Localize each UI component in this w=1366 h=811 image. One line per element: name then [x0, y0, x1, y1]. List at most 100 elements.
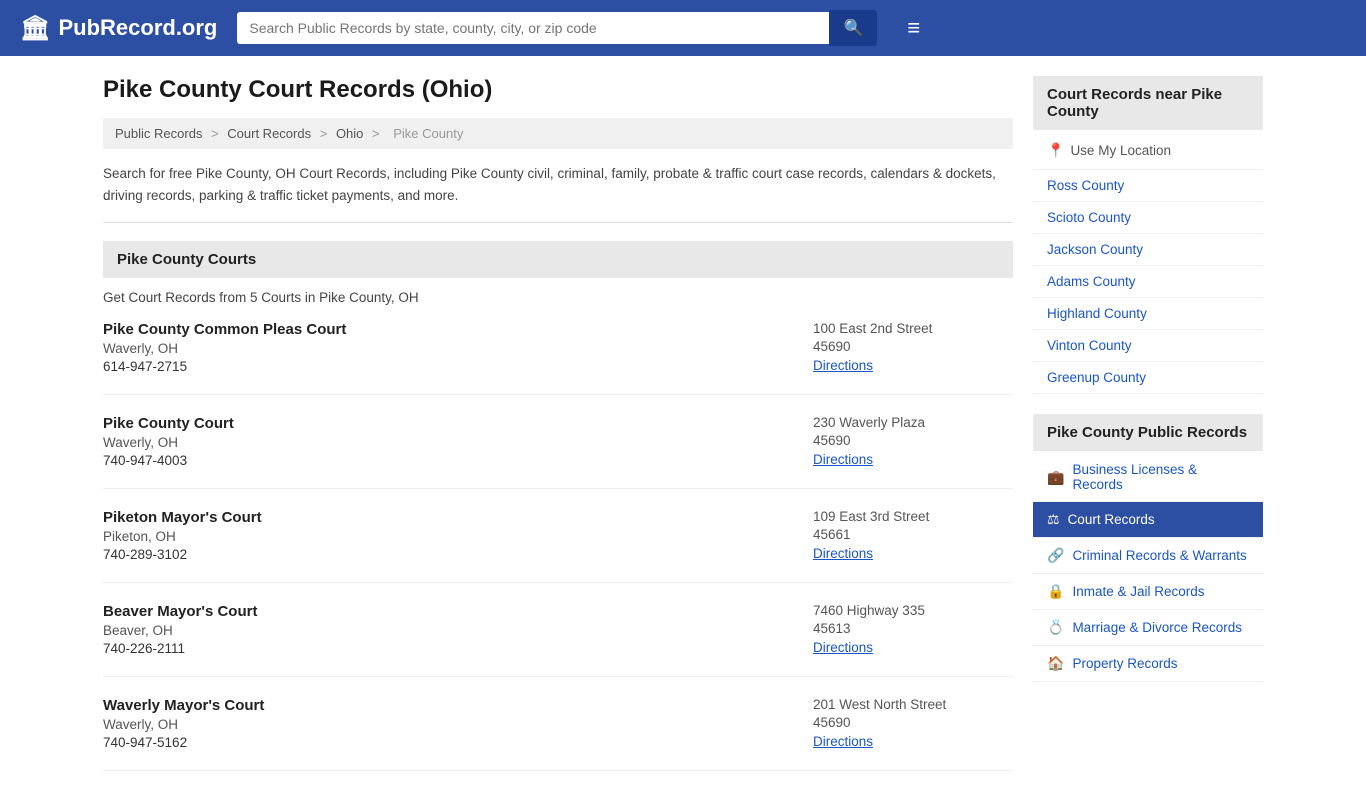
- court-info: Beaver Mayor's Court Beaver, OH 740-226-…: [103, 603, 813, 656]
- nearby-county-link[interactable]: Adams County: [1033, 266, 1263, 298]
- use-location-label: Use My Location: [1070, 143, 1171, 158]
- court-phone: 740-947-4003: [103, 453, 813, 468]
- site-logo[interactable]: 🏛 PubRecord.org: [20, 14, 217, 43]
- court-entry: Beaver Mayor's Court Beaver, OH 740-226-…: [103, 603, 1013, 677]
- logo-icon: 🏛: [20, 14, 50, 43]
- court-street: 7460 Highway 335: [813, 603, 1013, 618]
- court-name: Waverly Mayor's Court: [103, 697, 813, 714]
- breadcrumb-sep-1: >: [211, 126, 222, 141]
- courts-subtitle: Get Court Records from 5 Courts in Pike …: [103, 290, 1013, 305]
- records-type-link[interactable]: 🔗 Criminal Records & Warrants: [1033, 538, 1263, 574]
- directions-link[interactable]: Directions: [813, 734, 873, 749]
- main-container: Pike County Court Records (Ohio) Public …: [83, 56, 1283, 811]
- record-icon: ⚖: [1047, 511, 1060, 528]
- court-name: Piketon Mayor's Court: [103, 509, 813, 526]
- court-entry: Pike County Common Pleas Court Waverly, …: [103, 321, 1013, 395]
- records-type-link[interactable]: 💼 Business Licenses & Records: [1033, 453, 1263, 502]
- court-street: 201 West North Street: [813, 697, 1013, 712]
- court-entry: Waverly Mayor's Court Waverly, OH 740-94…: [103, 697, 1013, 771]
- record-icon: 🔒: [1047, 583, 1064, 600]
- site-header: 🏛 PubRecord.org 🔍 ≡: [0, 0, 1366, 56]
- page-title: Pike County Court Records (Ohio): [103, 76, 1013, 104]
- nearby-county-link[interactable]: Jackson County: [1033, 234, 1263, 266]
- record-label: Property Records: [1072, 656, 1177, 671]
- court-info: Waverly Mayor's Court Waverly, OH 740-94…: [103, 697, 813, 750]
- breadcrumb-ohio[interactable]: Ohio: [336, 126, 363, 141]
- directions-link[interactable]: Directions: [813, 358, 873, 373]
- directions-link[interactable]: Directions: [813, 640, 873, 655]
- records-type-link[interactable]: ⚖ Court Records: [1033, 502, 1263, 538]
- record-icon: 💼: [1047, 469, 1064, 486]
- directions-link[interactable]: Directions: [813, 452, 873, 467]
- court-city: Piketon, OH: [103, 529, 813, 544]
- search-icon: 🔍: [843, 20, 863, 37]
- nearby-county-link[interactable]: Ross County: [1033, 170, 1263, 202]
- courts-section-header: Pike County Courts: [103, 241, 1013, 278]
- court-street: 230 Waverly Plaza: [813, 415, 1013, 430]
- record-label: Court Records: [1068, 512, 1155, 527]
- use-location-button[interactable]: 📍 Use My Location: [1033, 132, 1263, 170]
- records-type-link[interactable]: 🔒Inmate & Jail Records: [1033, 574, 1263, 610]
- nearby-title: Court Records near Pike County: [1033, 76, 1263, 130]
- record-icon: 🔗: [1047, 547, 1064, 564]
- breadcrumb-sep-3: >: [372, 126, 383, 141]
- breadcrumb-court-records[interactable]: Court Records: [227, 126, 311, 141]
- breadcrumb-public-records[interactable]: Public Records: [115, 126, 202, 141]
- records-type-link[interactable]: 💍 Marriage & Divorce Records: [1033, 610, 1263, 646]
- record-label: Criminal Records & Warrants: [1072, 548, 1246, 563]
- nearby-county-link[interactable]: Scioto County: [1033, 202, 1263, 234]
- records-link-list: 💼 Business Licenses & Records ⚖ Court Recor…: [1033, 453, 1263, 682]
- court-city: Waverly, OH: [103, 717, 813, 732]
- nearby-county-link[interactable]: Highland County: [1033, 298, 1263, 330]
- court-phone: 614-947-2715: [103, 359, 813, 374]
- main-content: Pike County Court Records (Ohio) Public …: [103, 76, 1013, 791]
- court-address: 201 West North Street 45690 Directions: [813, 697, 1013, 750]
- court-entry: Pike County Court Waverly, OH 740-947-40…: [103, 415, 1013, 489]
- court-address: 7460 Highway 335 45613 Directions: [813, 603, 1013, 656]
- court-info: Pike County Common Pleas Court Waverly, …: [103, 321, 813, 374]
- record-icon: 🏠: [1047, 655, 1064, 672]
- breadcrumb-sep-2: >: [320, 126, 331, 141]
- court-city: Beaver, OH: [103, 623, 813, 638]
- court-zip: 45690: [813, 433, 1013, 448]
- court-address: 109 East 3rd Street 45661 Directions: [813, 509, 1013, 562]
- court-address: 230 Waverly Plaza 45690 Directions: [813, 415, 1013, 468]
- court-city: Waverly, OH: [103, 435, 813, 450]
- court-zip: 45690: [813, 339, 1013, 354]
- logo-text: PubRecord.org: [58, 15, 217, 41]
- court-street: 100 East 2nd Street: [813, 321, 1013, 336]
- courts-list: Pike County Common Pleas Court Waverly, …: [103, 321, 1013, 771]
- court-zip: 45613: [813, 621, 1013, 636]
- location-icon: 📍: [1047, 142, 1064, 159]
- court-phone: 740-226-2111: [103, 641, 813, 656]
- court-phone: 740-289-3102: [103, 547, 813, 562]
- search-button[interactable]: 🔍: [829, 10, 877, 46]
- court-info: Piketon Mayor's Court Piketon, OH 740-28…: [103, 509, 813, 562]
- court-city: Waverly, OH: [103, 341, 813, 356]
- court-address: 100 East 2nd Street 45690 Directions: [813, 321, 1013, 374]
- hamburger-icon: ≡: [907, 15, 920, 40]
- public-records-section: Pike County Public Records 💼 Business Lic…: [1033, 414, 1263, 682]
- menu-button[interactable]: ≡: [907, 15, 920, 41]
- records-type-link[interactable]: 🏠 Property Records: [1033, 646, 1263, 682]
- court-entry: Piketon Mayor's Court Piketon, OH 740-28…: [103, 509, 1013, 583]
- court-zip: 45690: [813, 715, 1013, 730]
- search-bar: 🔍: [237, 10, 877, 46]
- directions-link[interactable]: Directions: [813, 546, 873, 561]
- sidebar: Court Records near Pike County 📍 Use My …: [1033, 76, 1263, 791]
- record-label: Business Licenses & Records: [1072, 462, 1249, 492]
- breadcrumb-pike-county: Pike County: [393, 126, 463, 141]
- breadcrumb: Public Records > Court Records > Ohio > …: [103, 118, 1013, 149]
- court-zip: 45661: [813, 527, 1013, 542]
- court-name: Pike County Common Pleas Court: [103, 321, 813, 338]
- nearby-county-link[interactable]: Greenup County: [1033, 362, 1263, 394]
- nearby-county-link[interactable]: Vinton County: [1033, 330, 1263, 362]
- page-description: Search for free Pike County, OH Court Re…: [103, 163, 1013, 223]
- search-input[interactable]: [237, 12, 829, 44]
- public-records-title: Pike County Public Records: [1033, 414, 1263, 451]
- court-name: Beaver Mayor's Court: [103, 603, 813, 620]
- record-icon: 💍: [1047, 619, 1064, 636]
- court-phone: 740-947-5162: [103, 735, 813, 750]
- court-info: Pike County Court Waverly, OH 740-947-40…: [103, 415, 813, 468]
- record-label: Marriage & Divorce Records: [1072, 620, 1242, 635]
